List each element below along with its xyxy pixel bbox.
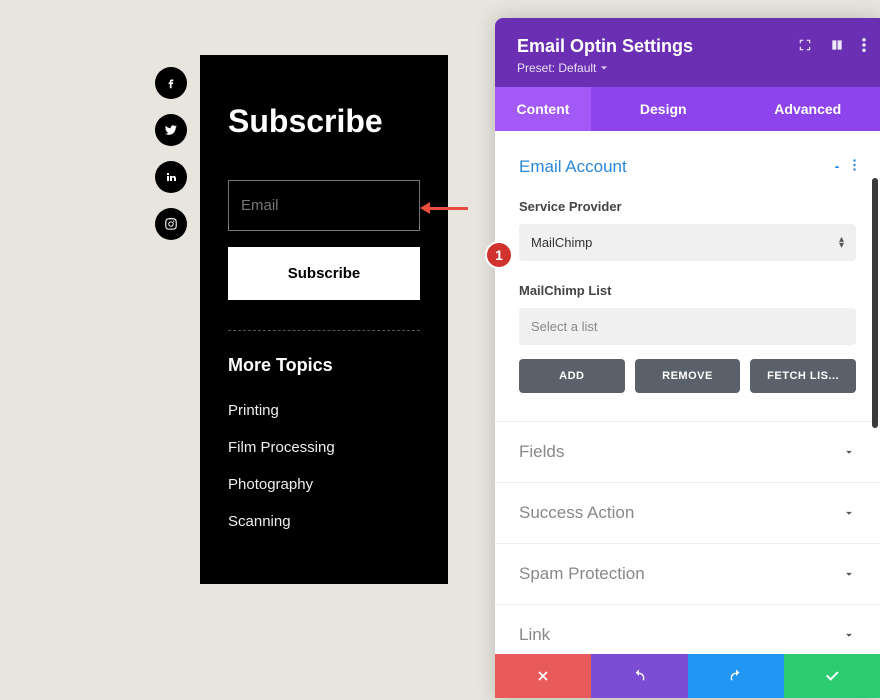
expand-icon[interactable] bbox=[798, 38, 812, 57]
section-email-account: Email Account Service Provider MailChimp… bbox=[495, 141, 880, 403]
remove-button[interactable]: REMOVE bbox=[635, 359, 741, 393]
more-topics-title: More Topics bbox=[228, 355, 420, 376]
tab-design[interactable]: Design bbox=[591, 87, 736, 131]
chevron-up-icon bbox=[831, 161, 843, 173]
chevron-down-icon bbox=[842, 628, 856, 642]
service-provider-select[interactable]: MailChimp ▴▾ bbox=[519, 224, 856, 261]
section-spam-protection[interactable]: Spam Protection bbox=[495, 543, 880, 604]
topic-link-photography[interactable]: Photography bbox=[228, 476, 420, 493]
section-menu-icon[interactable] bbox=[853, 158, 856, 176]
cancel-button[interactable] bbox=[495, 654, 591, 698]
section-header-email-account[interactable]: Email Account bbox=[519, 157, 856, 177]
fetch-lists-button[interactable]: FETCH LIS... bbox=[750, 359, 856, 393]
divider bbox=[228, 330, 420, 331]
arrow-annotation bbox=[420, 202, 468, 214]
section-link[interactable]: Link bbox=[495, 604, 880, 654]
undo-button[interactable] bbox=[591, 654, 687, 698]
section-success-action[interactable]: Success Action bbox=[495, 482, 880, 543]
subscribe-button[interactable]: Subscribe bbox=[228, 247, 420, 300]
confirm-button[interactable] bbox=[784, 654, 880, 698]
redo-icon bbox=[728, 668, 744, 684]
undo-icon bbox=[631, 668, 647, 684]
facebook-icon[interactable] bbox=[155, 67, 187, 99]
close-icon bbox=[536, 669, 550, 683]
panel-header: Email Optin Settings Preset: Default bbox=[495, 18, 880, 87]
linkedin-icon[interactable] bbox=[155, 161, 187, 193]
subscribe-title: Subscribe bbox=[228, 103, 420, 140]
mailchimp-list-select[interactable]: Select a list bbox=[519, 308, 856, 345]
redo-button[interactable] bbox=[688, 654, 784, 698]
panel-preset[interactable]: Preset: Default bbox=[517, 61, 858, 75]
section-title: Email Account bbox=[519, 157, 627, 177]
subscribe-card: Subscribe Subscribe More Topics Printing… bbox=[200, 55, 448, 584]
check-icon bbox=[824, 668, 840, 684]
step-badge-1: 1 bbox=[485, 241, 513, 269]
topic-link-scanning[interactable]: Scanning bbox=[228, 513, 420, 530]
chevron-down-icon bbox=[842, 567, 856, 581]
social-icons-column bbox=[155, 67, 187, 240]
instagram-icon[interactable] bbox=[155, 208, 187, 240]
tab-content[interactable]: Content bbox=[495, 87, 591, 131]
topic-link-printing[interactable]: Printing bbox=[228, 402, 420, 419]
scrollbar[interactable] bbox=[872, 178, 878, 428]
tab-advanced[interactable]: Advanced bbox=[736, 87, 880, 131]
service-provider-label: Service Provider bbox=[519, 199, 856, 214]
section-fields[interactable]: Fields bbox=[495, 421, 880, 482]
topic-link-film-processing[interactable]: Film Processing bbox=[228, 439, 420, 456]
email-input[interactable] bbox=[228, 180, 420, 231]
kebab-menu-icon[interactable] bbox=[862, 38, 866, 57]
mailchimp-list-label: MailChimp List bbox=[519, 283, 856, 298]
chevron-down-icon bbox=[842, 445, 856, 459]
twitter-icon[interactable] bbox=[155, 114, 187, 146]
panel-footer bbox=[495, 654, 880, 698]
columns-icon[interactable] bbox=[830, 38, 844, 57]
select-caret-icon: ▴▾ bbox=[839, 237, 844, 249]
add-button[interactable]: ADD bbox=[519, 359, 625, 393]
settings-panel: Email Optin Settings Preset: Default Con… bbox=[495, 18, 880, 698]
panel-tabs: Content Design Advanced bbox=[495, 87, 880, 131]
chevron-down-icon bbox=[842, 506, 856, 520]
